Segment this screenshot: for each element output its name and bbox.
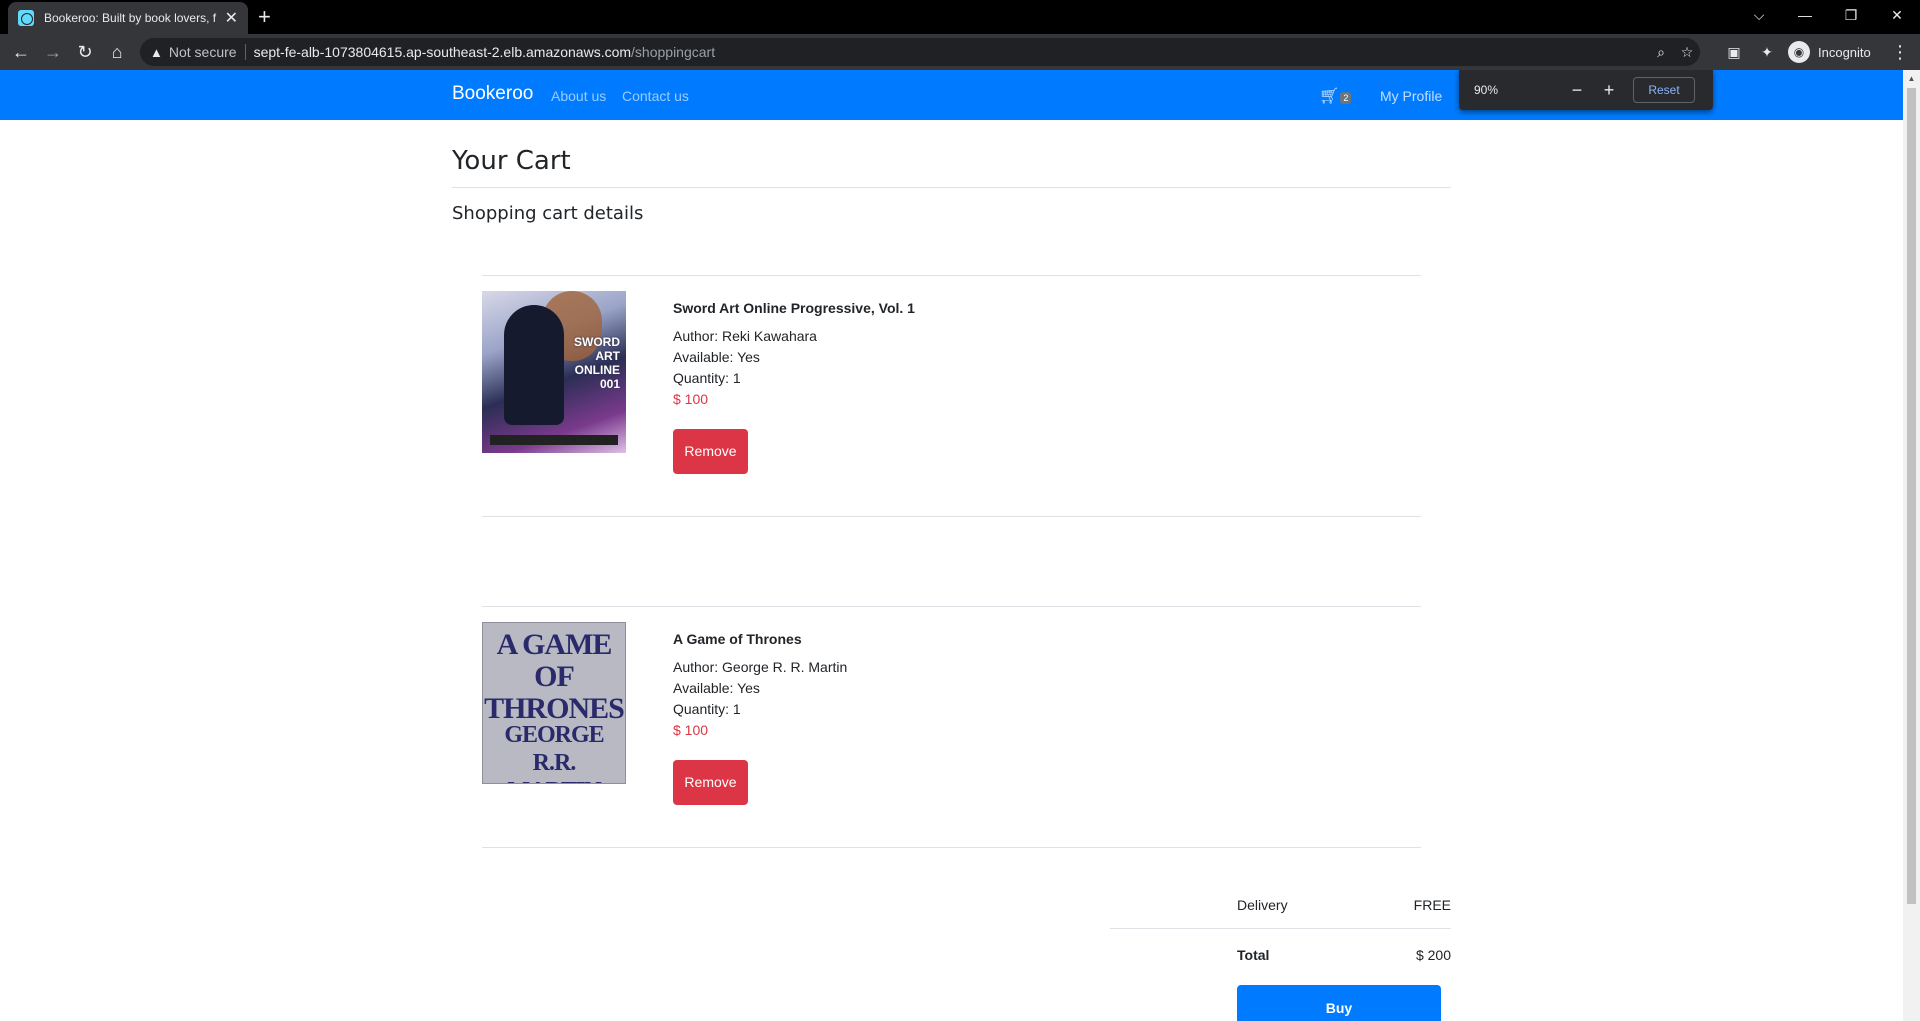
buy-button[interactable]: Buy <box>1237 985 1441 1021</box>
minimize-icon[interactable]: — <box>1782 0 1828 30</box>
item-price: $ 100 <box>673 722 709 738</box>
cover-art-author: GEORGE R.R.MARTIN <box>504 722 604 783</box>
cover-art-title: A GAME OF THRONES <box>484 628 625 725</box>
nav-about-link[interactable]: About us <box>551 88 606 104</box>
delivery-value: FREE <box>1413 897 1451 913</box>
incognito-icon: ◉ <box>1788 41 1810 63</box>
item-author: Author: George R. R. Martin <box>673 659 848 675</box>
total-label: Total <box>1237 947 1270 963</box>
warning-icon: ▲ <box>150 44 163 60</box>
incognito-label: Incognito <box>1818 44 1871 60</box>
url-host: sept-fe-alb-1073804615.ap-southeast-2.el… <box>253 44 632 60</box>
cover-art-band <box>490 435 618 445</box>
item-quantity: Quantity: 1 <box>673 701 741 717</box>
browser-menu-icon[interactable]: ⋮ <box>1890 39 1910 65</box>
remove-button[interactable]: Remove <box>673 429 748 474</box>
zoom-level: 90% <box>1474 83 1499 97</box>
new-tab-button[interactable]: + <box>258 3 271 31</box>
bookmark-star-icon[interactable]: ☆ <box>1676 42 1698 62</box>
not-secure-label[interactable]: Not secure <box>169 44 237 60</box>
home-icon[interactable]: ⌂ <box>104 39 130 65</box>
url-path: /shoppingcart <box>631 44 716 60</box>
omnibox-divider <box>244 44 246 60</box>
browser-tab[interactable]: Bookeroo: Built by book lovers, f ✕ <box>8 2 248 34</box>
back-icon[interactable]: ← <box>8 39 34 65</box>
total-value: $ 200 <box>1415 947 1451 963</box>
item-title[interactable]: Sword Art Online Progressive, Vol. 1 <box>673 300 915 316</box>
tab-search-icon[interactable]: ⌵ <box>1736 0 1782 30</box>
delivery-label: Delivery <box>1237 897 1288 913</box>
cart-icon: 🛒︎ <box>1319 88 1340 105</box>
item-divider <box>482 847 1421 848</box>
page-scrollbar[interactable]: ▲ <box>1903 70 1920 1021</box>
browser-tabstrip: Bookeroo: Built by book lovers, f ✕ + ⌵ … <box>0 0 1920 34</box>
close-window-icon[interactable]: ✕ <box>1874 0 1920 30</box>
item-divider <box>482 606 1421 607</box>
item-quantity: Quantity: 1 <box>673 370 741 386</box>
reload-icon[interactable]: ↻ <box>72 39 98 65</box>
book-cover-image: SWORD ART ONLINE 001 <box>482 291 626 453</box>
browser-toolbar: ← → ↻ ⌂ ▲ Not secure sept-fe-alb-1073804… <box>0 34 1920 70</box>
zoom-icon[interactable]: ⌕ <box>1650 42 1672 62</box>
item-divider <box>482 275 1421 276</box>
title-divider <box>452 187 1451 188</box>
scroll-up-icon[interactable]: ▲ <box>1903 74 1920 83</box>
summary-divider <box>1110 928 1451 929</box>
page-subtitle: Shopping cart details <box>452 203 644 224</box>
tab-close-icon[interactable]: ✕ <box>225 8 238 28</box>
cover-art-title: SWORD ART ONLINE 001 <box>574 335 620 391</box>
extensions-puzzle-icon[interactable]: ✦ <box>1757 42 1777 62</box>
zoom-in-icon[interactable]: + <box>1597 78 1621 102</box>
item-availability: Available: Yes <box>673 349 760 365</box>
incognito-profile[interactable]: ◉ Incognito <box>1788 41 1871 63</box>
page-title: Your Cart <box>452 146 571 176</box>
address-bar[interactable]: ▲ Not secure sept-fe-alb-1073804615.ap-s… <box>140 38 1700 66</box>
zoom-popup: 90% − + Reset <box>1459 70 1713 110</box>
item-availability: Available: Yes <box>673 680 760 696</box>
reader-extension-icon[interactable]: ▣ <box>1724 42 1744 62</box>
item-price: $ 100 <box>673 391 709 407</box>
restore-icon[interactable]: ❐ <box>1828 0 1874 30</box>
item-author: Author: Reki Kawahara <box>673 328 817 344</box>
item-divider <box>482 516 1421 517</box>
nav-profile-link[interactable]: My Profile <box>1380 88 1442 104</box>
book-cover-image: A GAME OFTHRONES GEORGE R.R.MARTIN <box>482 622 626 784</box>
react-favicon-icon <box>18 10 34 26</box>
cart-link[interactable]: 🛒︎ 2 <box>1319 86 1352 106</box>
cover-art-figure <box>504 305 564 425</box>
item-title[interactable]: A Game of Thrones <box>673 631 802 647</box>
scrollbar-thumb[interactable] <box>1907 88 1916 904</box>
forward-icon[interactable]: → <box>40 39 66 65</box>
nav-contact-link[interactable]: Contact us <box>622 88 689 104</box>
brand-link[interactable]: Bookeroo <box>452 83 533 105</box>
zoom-reset-button[interactable]: Reset <box>1633 77 1695 103</box>
page-content: Bookeroo About us Contact us 🛒︎ 2 My Pro… <box>0 70 1903 1021</box>
tab-title: Bookeroo: Built by book lovers, f <box>44 11 217 25</box>
remove-button[interactable]: Remove <box>673 760 748 805</box>
zoom-out-icon[interactable]: − <box>1565 78 1589 102</box>
cart-count-badge: 2 <box>1340 92 1352 104</box>
